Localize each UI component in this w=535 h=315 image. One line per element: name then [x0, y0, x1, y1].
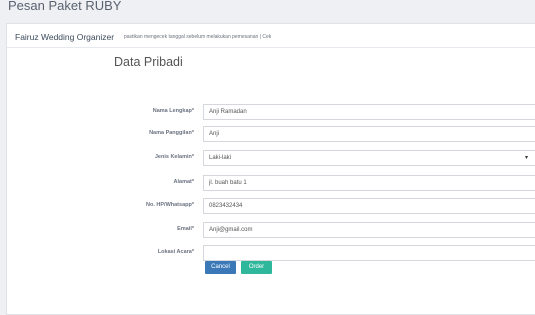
- panel-header: Fairuz Wedding Organizer pastikan mengec…: [7, 24, 535, 48]
- field-label-alamat: Alamat*: [173, 179, 194, 185]
- cancel-button[interactable]: Cancel: [205, 261, 236, 274]
- field-label-no-hp: No. HP/Whatsapp*: [146, 202, 194, 208]
- order-button[interactable]: Order: [241, 261, 272, 274]
- jenis-kelamin-select[interactable]: Laki-laki ▾: [203, 150, 535, 166]
- field-label-jenis-kelamin: Jenis Kelamin*: [154, 154, 194, 160]
- field-label-email: Email*: [177, 226, 194, 232]
- no-hp-input[interactable]: 0823432434: [203, 198, 535, 214]
- lokasi-acara-input[interactable]: [203, 245, 535, 261]
- caret-down-icon: ▾: [524, 155, 528, 161]
- email-input[interactable]: Anji@gmail.com: [203, 222, 535, 238]
- nama-lengkap-input[interactable]: Anji Ramadan: [203, 104, 535, 120]
- field-label-lokasi-acara: Lokasi Acara*: [157, 249, 194, 255]
- section-title-data-pribadi: Data Pribadi: [114, 55, 183, 69]
- page-title: Pesan Paket RUBY: [8, 0, 122, 13]
- field-label-nama-lengkap: Nama Lengkap*: [152, 108, 194, 114]
- date-check-note: pastikan mengecek tanggal sebelum melaku…: [124, 34, 272, 40]
- field-label-nama-panggilan: Nama Panggilan*: [149, 130, 194, 136]
- jenis-kelamin-selected-value: Laki-laki: [209, 155, 232, 161]
- nama-panggilan-input[interactable]: Anji: [203, 126, 535, 142]
- alamat-input[interactable]: jl. buah batu 1: [203, 175, 535, 191]
- organizer-name: Fairuz Wedding Organizer: [15, 32, 115, 42]
